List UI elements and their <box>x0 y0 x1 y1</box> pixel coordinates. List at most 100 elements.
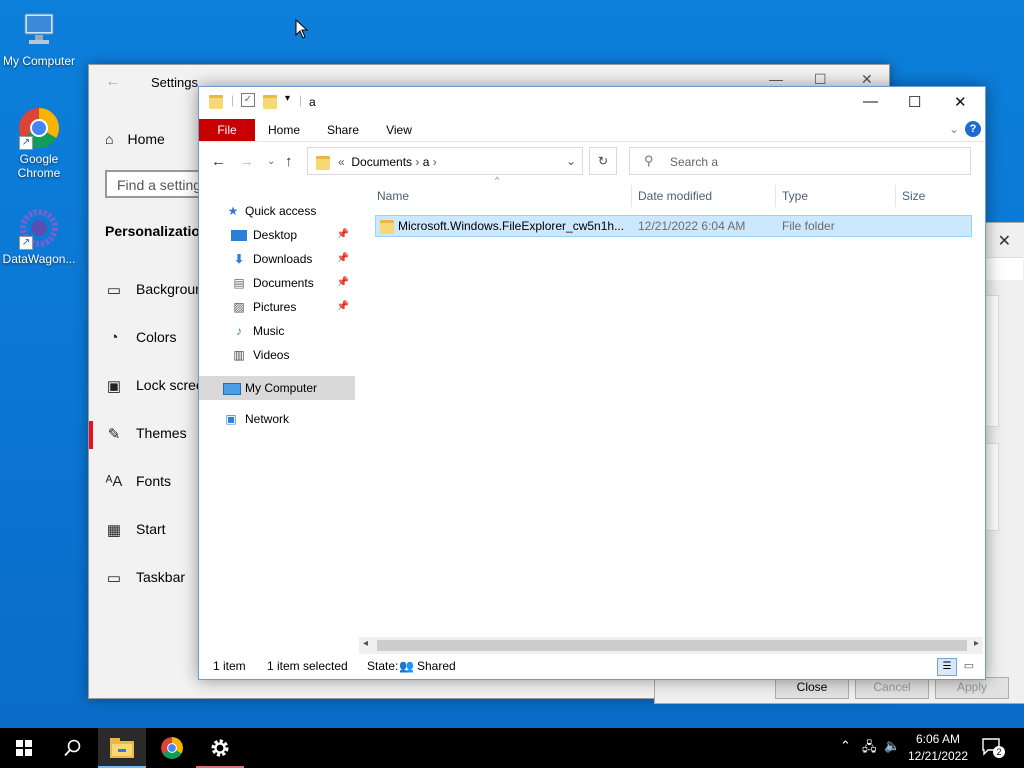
show-hidden-icons-icon[interactable]: ⌃ <box>840 738 851 754</box>
breadcrumb-documents[interactable]: Documents <box>351 155 412 169</box>
column-type[interactable]: Type <box>782 181 808 211</box>
clock[interactable]: 6:06 AM 12/21/2022 <box>900 731 976 765</box>
nav-network[interactable]: ▣ Network <box>199 407 357 431</box>
desktop-icon-label: My Computer <box>2 54 76 68</box>
start-icon: ▦ <box>106 522 122 539</box>
cancel-button[interactable]: Cancel <box>855 677 929 699</box>
new-folder-icon[interactable] <box>263 95 277 109</box>
column-divider[interactable] <box>631 185 632 207</box>
column-divider[interactable] <box>775 185 776 207</box>
nav-label: My Computer <box>245 381 318 395</box>
themes-icon: ✎ <box>107 426 121 443</box>
scroll-left-icon[interactable]: ◂ <box>363 638 368 649</box>
large-icons-view-icon[interactable]: ▭ <box>961 658 977 674</box>
column-size[interactable]: Size <box>902 181 925 211</box>
table-row[interactable]: Microsoft.Windows.FileExplorer_cw5n1h...… <box>375 215 972 237</box>
nav-videos[interactable]: ▥ Videos <box>199 343 357 367</box>
desktop-icon-label: DataWagon... <box>2 252 76 266</box>
nav-pictures[interactable]: ▨ Pictures 📌 <box>199 295 357 319</box>
nav-quick-access[interactable]: ★ Quick access <box>199 199 357 223</box>
properties-icon[interactable]: ✓ <box>241 93 255 107</box>
nav-label: Downloads <box>253 252 313 266</box>
desktop-icon-my-computer[interactable]: My Computer <box>1 8 77 68</box>
breadcrumb-a[interactable]: a <box>423 155 430 169</box>
desktop-icon-datawagon[interactable]: ↗ DataWagon... <box>1 206 77 266</box>
scroll-right-icon[interactable]: ▸ <box>974 638 979 649</box>
shortcut-arrow-icon: ↗ <box>19 236 33 250</box>
expand-ribbon-icon[interactable]: ⌄ <box>949 122 959 136</box>
refresh-icon[interactable]: ↻ <box>589 147 617 175</box>
dialog-panel <box>985 443 999 531</box>
close-icon[interactable]: ✕ <box>954 93 967 111</box>
taskbar-settings[interactable] <box>196 728 244 768</box>
scrollbar-thumb[interactable] <box>377 640 967 651</box>
minimize-icon[interactable]: — <box>863 93 878 110</box>
document-icon: ▤ <box>233 276 245 290</box>
network-tray-icon[interactable]: 🖧 <box>862 738 877 760</box>
nav-label: Videos <box>253 348 290 362</box>
help-icon[interactable]: ? <box>965 121 981 137</box>
music-icon: ♪ <box>236 324 242 338</box>
breadcrumb-overflow[interactable]: « <box>338 155 345 169</box>
windows-icon <box>16 740 32 756</box>
folder-icon <box>380 220 394 234</box>
column-name[interactable]: Name <box>377 181 409 211</box>
lock-screen-icon: ▣ <box>106 378 122 395</box>
address-dropdown-icon[interactable]: ⌄ <box>566 154 576 168</box>
settings-title: Settings <box>151 75 198 90</box>
pictures-icon: ▨ <box>233 300 245 314</box>
nav-label: Quick access <box>245 204 317 218</box>
search-placeholder: Search a <box>670 155 719 169</box>
up-icon[interactable]: ↑ <box>285 153 293 170</box>
datawagon-icon: ↗ <box>17 206 61 250</box>
tab-home[interactable]: Home <box>261 119 307 141</box>
folder-icon <box>209 95 223 109</box>
close-button[interactable]: Close <box>775 677 849 699</box>
item-count: 1 item <box>213 659 246 673</box>
column-divider[interactable] <box>895 185 896 207</box>
star-icon: ★ <box>227 204 239 218</box>
selected-count: 1 item selected <box>267 659 348 673</box>
download-icon: ⬇ <box>233 252 245 266</box>
nav-downloads[interactable]: ⬇ Downloads 📌 <box>199 247 357 271</box>
dropdown-icon[interactable]: ▾ <box>285 93 290 104</box>
pin-icon: 📌 <box>336 253 349 264</box>
maximize-icon[interactable]: ☐ <box>908 93 921 111</box>
settings-home[interactable]: ⌂ Home <box>105 131 165 147</box>
videos-icon: ▥ <box>233 348 245 362</box>
nav-label: Pictures <box>253 300 297 314</box>
forward-icon[interactable]: → <box>239 153 254 170</box>
volume-icon[interactable]: 🔈 <box>884 738 900 754</box>
back-icon[interactable]: ← <box>211 153 226 170</box>
settings-section-title: Personalization <box>105 223 209 239</box>
minimize-icon[interactable]: — <box>769 71 783 87</box>
desktop-icon-chrome[interactable]: ↗ Google Chrome <box>1 106 77 180</box>
taskbar-file-explorer[interactable] <box>98 728 146 768</box>
address-bar[interactable]: « Documents › a › ⌄ <box>307 147 583 175</box>
details-view-icon[interactable]: ☰ <box>937 658 957 676</box>
close-icon[interactable]: ✕ <box>998 231 1011 251</box>
horizontal-scrollbar[interactable]: ◂ ▸ <box>359 637 983 654</box>
search-button[interactable] <box>48 728 96 768</box>
nav-desktop[interactable]: Desktop 📌 <box>199 223 357 247</box>
search-input[interactable]: ⚲ Search a <box>629 147 971 175</box>
tab-share[interactable]: Share <box>321 119 365 141</box>
tab-file[interactable]: File <box>199 119 255 141</box>
nav-my-computer[interactable]: My Computer <box>199 376 355 400</box>
tab-view[interactable]: View <box>379 119 419 141</box>
apply-button[interactable]: Apply <box>935 677 1009 699</box>
file-explorer-window: | ✓ ▾ | a — ☐ ✕ File Home Share View ⌄ ?… <box>198 86 986 680</box>
action-center-icon[interactable]: 2 <box>982 738 1005 758</box>
folder-icon <box>316 156 330 170</box>
column-date[interactable]: Date modified <box>638 181 712 211</box>
taskbar-chrome[interactable] <box>148 728 196 768</box>
start-button[interactable] <box>0 728 48 768</box>
shared-icon: 👥 <box>399 659 414 673</box>
nav-label: Documents <box>253 276 314 290</box>
nav-documents[interactable]: ▤ Documents 📌 <box>199 271 357 295</box>
nav-music[interactable]: ♪ Music <box>199 319 357 343</box>
back-arrow-icon[interactable]: ← <box>105 73 121 91</box>
status-bar: 1 item 1 item selected State: 👥 Shared ☰… <box>199 655 985 679</box>
recent-locations-icon[interactable]: ⌄ <box>267 156 275 167</box>
desktop-icon-label: Google Chrome <box>17 152 61 180</box>
